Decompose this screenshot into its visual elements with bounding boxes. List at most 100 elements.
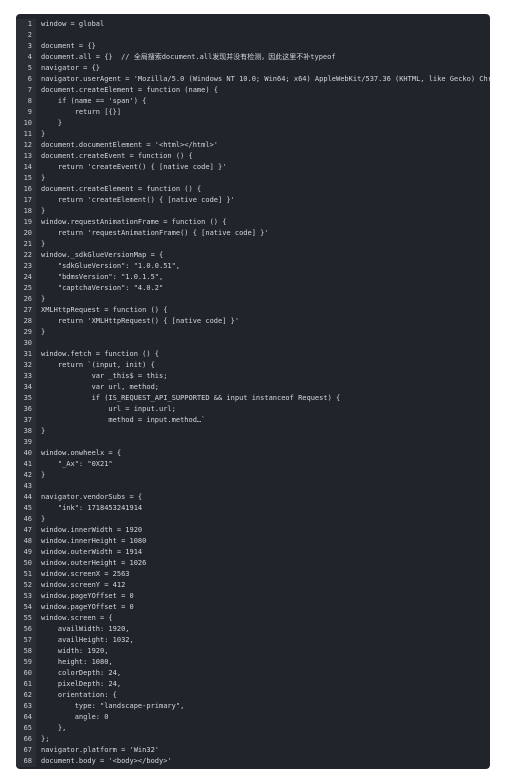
code-line[interactable]: 40 window.onwheelx = { [16,448,490,459]
line-number: 62 [16,690,36,701]
code-line[interactable]: 60 colorDepth: 24, [16,668,490,679]
line-number: 51 [16,569,36,580]
code-line[interactable]: 20 return 'requestAnimationFrame() { [na… [16,228,490,239]
code-line[interactable]: 1 window = global [16,19,490,30]
code-line[interactable]: 2 [16,30,490,41]
code-line[interactable]: 12 document.documentElement = '<html></ht… [16,140,490,151]
code-line[interactable]: 45 "ink": 1718453241914 [16,503,490,514]
code-line[interactable]: 29} [16,327,490,338]
code-line[interactable]: 6 navigator.userAgent = 'Mozilla/5.0 (Win… [16,74,490,85]
line-number: 33 [16,371,36,382]
line-number: 6 [16,74,36,85]
code-line[interactable]: 47 window.innerWidth = 1920 [16,525,490,536]
code-line[interactable]: 13 document.createEvent = function () { [16,151,490,162]
code-line[interactable]: 53 window.pageYOffset = 0 [16,591,490,602]
code-line[interactable]: 9 return [{}] [16,107,490,118]
code-editor[interactable]: 1 window = global 2 3 document = {} 4 document… [16,14,490,769]
line-number: 30 [16,338,36,349]
line-text: pixelDepth: 24, [41,680,122,688]
code-line[interactable]: 41 "_Ax": "0X21" [16,459,490,470]
code-line[interactable]: 22 window._sdkGlueVersionMap = { [16,250,490,261]
line-number: 68 [16,756,36,767]
code-line[interactable]: 24 "bdmsVersion": "1.0.1.5", [16,272,490,283]
code-line[interactable]: 33 var _this$ = this; [16,371,490,382]
code-line[interactable]: 17 return 'createElement() { [native cod… [16,195,490,206]
line-number: 2 [16,30,36,41]
code-line[interactable]: 34 var url, method; [16,382,490,393]
code-line[interactable]: 62 orientation: { [16,690,490,701]
line-number: 57 [16,635,36,646]
code-line[interactable]: 15} [16,173,490,184]
line-number: 46 [16,514,36,525]
line-text: window.pageYOffset = 0 [41,603,134,611]
code-line[interactable]: 67 navigator.platform = 'Win32' [16,745,490,756]
code-line[interactable]: 66}; [16,734,490,745]
code-line[interactable]: 50 window.outerHeight = 1026 [16,558,490,569]
code-line[interactable]: 7 document.createElement = function (name… [16,85,490,96]
code-line[interactable]: 32 return `(input, init) { [16,360,490,371]
code-line[interactable]: 5 navigator = {} [16,63,490,74]
code-line[interactable]: 58 width: 1920, [16,646,490,657]
code-line[interactable]: 68 document.body = '<body></body>' [16,756,490,767]
code-line[interactable]: 54 window.pageYOffset = 0 [16,602,490,613]
line-number: 50 [16,558,36,569]
code-line[interactable]: 35 if (IS_REQUEST_API_SUPPORTED && input… [16,393,490,404]
code-line[interactable]: 44 navigator.vendorSubs = { [16,492,490,503]
code-line[interactable]: 30 [16,338,490,349]
code-line[interactable]: 11} [16,129,490,140]
code-line[interactable]: 16 document.createElement = function () { [16,184,490,195]
line-number: 67 [16,745,36,756]
code-line[interactable]: 55 window.screen = { [16,613,490,624]
code-line[interactable]: 52 window.screenY = 412 [16,580,490,591]
code-line[interactable]: 65 }, [16,723,490,734]
line-number: 10 [16,118,36,129]
code-line[interactable]: 37 method = input.method…` [16,415,490,426]
line-number: 14 [16,162,36,173]
line-text: url = input.url; [41,405,176,413]
code-line[interactable]: 23 "sdkGlueVersion": "1.0.0.51", [16,261,490,272]
code-line[interactable]: 42} [16,470,490,481]
code-line[interactable]: 28 return 'XMLHttpRequest() { [native co… [16,316,490,327]
line-number: 44 [16,492,36,503]
code-line[interactable]: 3 document = {} [16,41,490,52]
code-line[interactable]: 51 window.screenX = 2563 [16,569,490,580]
code-line[interactable]: 4 document.all = {} // 全局搜索document.all发现… [16,52,490,63]
line-text: } [41,515,46,523]
code-line[interactable]: 39 [16,437,490,448]
code-line[interactable]: 26} [16,294,490,305]
code-line[interactable]: 56 availWidth: 1920, [16,624,490,635]
line-text: } [41,119,63,127]
line-number: 39 [16,437,36,448]
line-text: return `(input, init) { [41,361,155,369]
code-line[interactable]: 25 "captchaVersion": "4.0.2" [16,283,490,294]
code-line[interactable]: 48 window.innerHeight = 1080 [16,536,490,547]
line-number: 29 [16,327,36,338]
line-text: "_Ax": "0X21" [41,460,113,468]
code-line[interactable]: 27 XMLHttpRequest = function () { [16,305,490,316]
line-number: 63 [16,701,36,712]
code-line[interactable]: 61 pixelDepth: 24, [16,679,490,690]
line-text: navigator.vendorSubs = { [41,493,143,501]
code-line[interactable]: 10 } [16,118,490,129]
code-line[interactable]: 49 window.outerWidth = 1914 [16,547,490,558]
line-number: 9 [16,107,36,118]
code-line[interactable]: 63 type: "landscape-primary", [16,701,490,712]
code-line[interactable]: 38} [16,426,490,437]
line-number: 59 [16,657,36,668]
line-text: type: "landscape-primary", [41,702,185,710]
code-line[interactable]: 19 window.requestAnimationFrame = functio… [16,217,490,228]
code-line[interactable]: 31 window.fetch = function () { [16,349,490,360]
line-number: 27 [16,305,36,316]
code-line[interactable]: 43 [16,481,490,492]
line-text: document.createElement = function () { [41,185,202,193]
code-line[interactable]: 14 return 'createEvent() { [native code]… [16,162,490,173]
code-line[interactable]: 46} [16,514,490,525]
code-line[interactable]: 59 height: 1080, [16,657,490,668]
code-line[interactable]: 64 angle: 0 [16,712,490,723]
code-line[interactable]: 36 url = input.url; [16,404,490,415]
code-line[interactable]: 18} [16,206,490,217]
code-line[interactable]: 21} [16,239,490,250]
line-number: 23 [16,261,36,272]
code-line[interactable]: 8 if (name == 'span') { [16,96,490,107]
code-line[interactable]: 57 availHeight: 1032, [16,635,490,646]
